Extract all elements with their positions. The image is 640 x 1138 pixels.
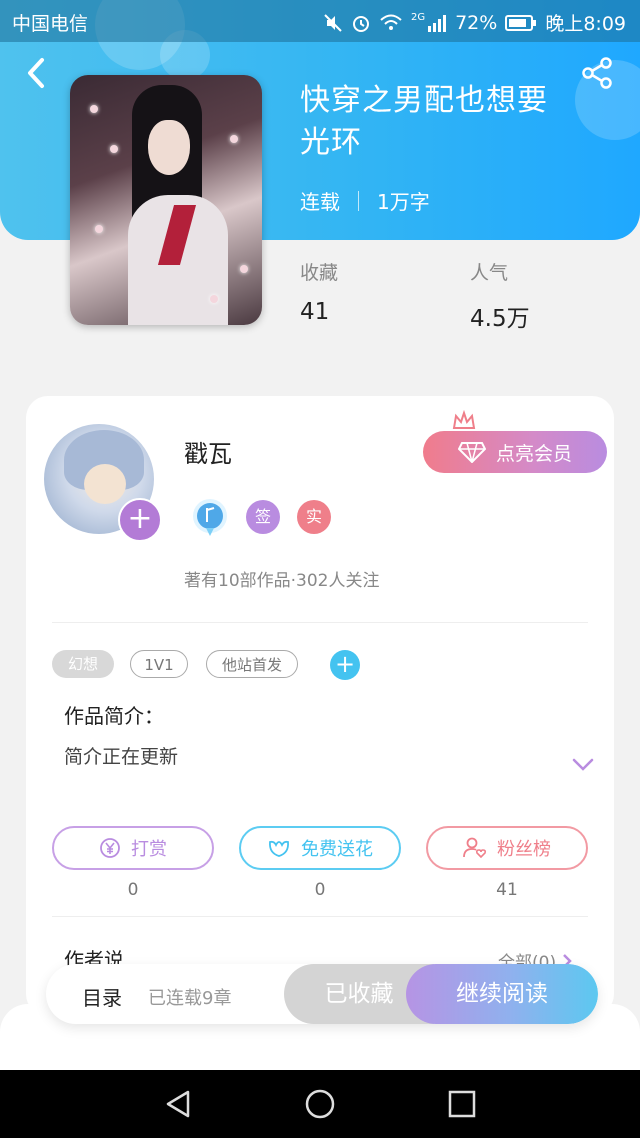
author-name[interactable]: 戳瓦 (184, 434, 232, 469)
medal-badge-icon[interactable] (190, 498, 230, 538)
wifi-icon (380, 14, 402, 30)
author-stats: 著有10部作品·302人关注 (184, 571, 380, 591)
toc-button[interactable]: 目录 (82, 982, 122, 1011)
stat-popularity: 人气 4.5万 (470, 258, 530, 333)
yen-icon (100, 838, 120, 858)
cover-blossom (230, 135, 238, 143)
meta-divider (358, 190, 359, 211)
user-heart-icon (463, 837, 487, 859)
diamond-icon (457, 442, 486, 463)
status-bar: 中国电信 2G 72% 晚上8:09 (0, 0, 640, 42)
reward-button[interactable]: 打赏 (52, 826, 214, 870)
back-arrow-icon[interactable] (22, 56, 50, 90)
flower-count: 0 (314, 880, 326, 900)
battery-icon (505, 14, 537, 31)
fan-count: 41 (496, 880, 518, 900)
stat-collections: 收藏 41 (300, 258, 338, 325)
word-count: 1万字 (377, 190, 430, 214)
tag-first-publish[interactable]: 他站首发 (206, 650, 298, 678)
stat-value: 4.5万 (470, 306, 530, 332)
stat-label: 人气 (470, 262, 509, 284)
alarm-icon (352, 15, 369, 32)
chapter-count: 已连载9章 (148, 988, 232, 1009)
carrier-label: 中国电信 (12, 13, 89, 35)
tag-fantasy[interactable]: 幻想 (52, 650, 114, 678)
add-tag-button[interactable]: + (330, 650, 360, 680)
intro-text: 简介正在更新 (64, 746, 179, 768)
book-cover[interactable] (70, 75, 262, 325)
battery-percent: 72% (455, 11, 498, 34)
cover-blossom (95, 225, 103, 233)
signal-icon (428, 14, 447, 32)
cover-blossom (110, 145, 118, 153)
book-title-line: 光环 (300, 125, 362, 160)
fan-ranking-button[interactable]: 粉丝榜 (426, 826, 588, 870)
signed-badge[interactable]: 签 (246, 500, 280, 534)
send-flower-button[interactable]: 免费送花 (239, 826, 401, 870)
book-title-line: 快穿之男配也想要 (300, 83, 548, 118)
nav-recents-icon[interactable] (446, 1088, 478, 1120)
clock: 晚上8:09 (545, 13, 626, 35)
cover-blossom (90, 105, 98, 113)
book-title: 快穿之男配也想要 光环 (300, 80, 600, 164)
book-info-card: + 戳瓦 点亮会员 签 实 著有10部作品·302人关注 幻想 1V1 他站首发… (26, 396, 614, 1016)
send-flower-label: 免费送花 (301, 839, 373, 860)
vip-membership-button[interactable]: 点亮会员 (423, 431, 607, 473)
crown-icon (452, 410, 476, 429)
book-meta: 连载 1万字 (300, 186, 430, 215)
cover-blossom (240, 265, 248, 273)
follow-author-button[interactable]: + (118, 498, 162, 542)
tag-1v1[interactable]: 1V1 (130, 650, 188, 678)
bottom-action-bar: 目录 已连载9章 已收藏 继续阅读 (46, 964, 598, 1024)
nav-home-icon[interactable] (304, 1088, 336, 1120)
divider (52, 916, 588, 917)
divider (52, 622, 588, 623)
cover-blossom (210, 295, 218, 303)
avatar-art (84, 464, 126, 504)
intro-title: 作品简介： (64, 704, 164, 728)
flower-icon (269, 840, 289, 857)
verified-badge[interactable]: 实 (297, 500, 331, 534)
system-nav-bar (0, 1070, 640, 1138)
chevron-down-icon[interactable] (572, 758, 594, 772)
continue-reading-button[interactable]: 继续阅读 (406, 964, 598, 1024)
cover-art (148, 120, 190, 175)
network-type-label: 2G (410, 12, 426, 23)
reward-count: 0 (127, 880, 139, 900)
reward-label: 打赏 (131, 839, 167, 860)
mute-icon (324, 13, 342, 32)
fan-ranking-label: 粉丝榜 (497, 839, 551, 860)
serial-status: 连载 (300, 190, 340, 214)
nav-back-icon[interactable] (162, 1088, 194, 1120)
stat-value: 41 (300, 299, 330, 325)
stat-label: 收藏 (300, 262, 339, 284)
vip-label: 点亮会员 (495, 442, 572, 465)
